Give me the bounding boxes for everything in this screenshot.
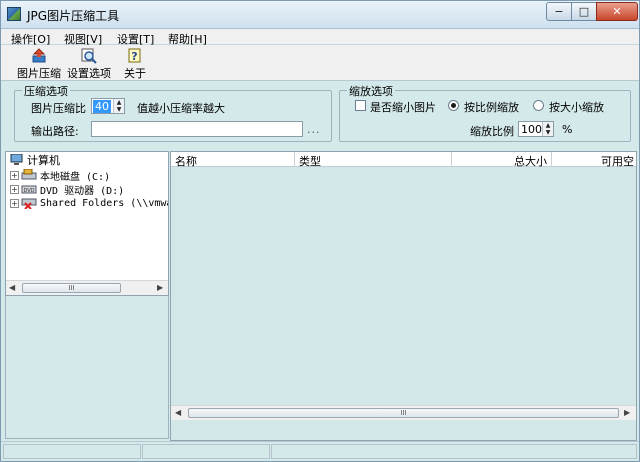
maximize-button[interactable]: □ xyxy=(571,2,597,21)
settings-button[interactable]: 设置选项 xyxy=(65,47,113,80)
toolbar: 图片压缩 设置选项 ? 关于 xyxy=(1,45,639,81)
minimize-button[interactable]: − xyxy=(546,2,572,21)
folder-tree[interactable]: 计算机 + 本地磁盘 (C:) + DVD DVD 驱动器 (D:) + Sha… xyxy=(5,151,169,296)
tree-item-label: DVD 驱动器 (D:) xyxy=(40,185,125,197)
scale-options-group: 缩放选项 是否缩小图片 按比例缩放 按大小缩放 缩放比例 100 ▲ ▼ % xyxy=(339,83,631,142)
spinner-arrows[interactable]: ▲ ▼ xyxy=(113,99,124,113)
maximize-icon: □ xyxy=(578,5,590,18)
app-icon xyxy=(7,7,21,21)
help-icon: ? xyxy=(128,48,141,63)
about-label: 关于 xyxy=(124,67,146,80)
file-list[interactable]: 名称 类型 总大小 可用空 ◀ III ▶ xyxy=(170,151,637,441)
tree-item-computer[interactable]: 计算机 xyxy=(8,153,60,167)
shrink-image-checkbox[interactable] xyxy=(355,100,366,111)
compress-ratio-label: 图片压缩比 xyxy=(31,102,86,115)
scroll-left-icon[interactable]: ◀ xyxy=(175,408,181,417)
magnifier-settings-icon xyxy=(81,48,97,64)
tree-horizontal-scrollbar[interactable]: ◀ III ▶ xyxy=(6,280,168,295)
scroll-right-icon[interactable]: ▶ xyxy=(157,283,163,292)
list-horizontal-scrollbar[interactable]: ◀ III ▶ xyxy=(171,405,636,420)
status-cell xyxy=(142,444,270,459)
column-free-space[interactable]: 可用空 xyxy=(552,152,636,168)
minimize-icon: − xyxy=(554,5,564,18)
column-name[interactable]: 名称 xyxy=(171,152,295,168)
compress-button[interactable]: 图片压缩 xyxy=(15,47,63,80)
by-size-radio[interactable] xyxy=(533,100,544,111)
spin-down-icon[interactable]: ▼ xyxy=(114,106,124,113)
tree-item-label: 本地磁盘 (C:) xyxy=(40,171,111,183)
compress-label: 图片压缩 xyxy=(17,67,61,80)
menu-bar: 操作[O] 视图[V] 设置[T] 帮助[H] xyxy=(1,29,639,46)
about-button[interactable]: ? 关于 xyxy=(119,47,151,80)
compress-options-title: 压缩选项 xyxy=(22,83,70,99)
tree-item-drive-d[interactable]: + DVD DVD 驱动器 (D:) xyxy=(10,182,125,197)
expand-icon[interactable]: + xyxy=(10,170,19,180)
computer-icon xyxy=(10,154,23,165)
title-bar[interactable]: JPG图片压缩工具 − □ ✕ xyxy=(1,1,639,29)
column-total-size[interactable]: 总大小 xyxy=(452,152,552,168)
window-title: JPG图片压缩工具 xyxy=(27,9,120,23)
tree-item-label: 计算机 xyxy=(27,154,60,167)
scale-options-title: 缩放选项 xyxy=(347,83,395,99)
status-bar xyxy=(1,441,639,461)
compress-ratio-spinner[interactable]: 40 ▲ ▼ xyxy=(91,98,125,114)
scroll-left-icon[interactable]: ◀ xyxy=(9,283,15,292)
scale-unit: % xyxy=(562,123,573,136)
proportional-label: 按比例缩放 xyxy=(464,101,519,114)
compress-icon xyxy=(32,48,46,63)
shrink-image-label: 是否缩小图片 xyxy=(370,101,436,114)
list-header: 名称 类型 总大小 可用空 xyxy=(171,152,636,168)
expand-icon[interactable]: + xyxy=(10,198,19,208)
preview-panel xyxy=(5,296,169,439)
app-window: JPG图片压缩工具 − □ ✕ 操作[O] 视图[V] 设置[T] 帮助[H] … xyxy=(0,0,640,462)
compress-ratio-value: 40 xyxy=(93,99,111,113)
browse-button[interactable]: ... xyxy=(307,123,321,136)
scroll-thumb[interactable]: III xyxy=(188,408,619,418)
dvd-drive-icon: DVD xyxy=(21,185,37,194)
svg-text:?: ? xyxy=(131,50,137,63)
output-path-input[interactable] xyxy=(91,121,303,137)
scroll-thumb[interactable]: III xyxy=(22,283,121,293)
column-type[interactable]: 类型 xyxy=(295,152,452,168)
scroll-right-icon[interactable]: ▶ xyxy=(624,408,630,417)
close-button[interactable]: ✕ xyxy=(596,2,638,21)
spin-down-icon[interactable]: ▼ xyxy=(543,129,553,136)
network-drive-icon xyxy=(21,198,37,209)
scale-ratio-spinner[interactable]: 100 ▲ ▼ xyxy=(518,121,554,137)
output-path-label: 输出路径: xyxy=(31,125,79,138)
status-cell xyxy=(271,444,637,459)
local-disk-icon xyxy=(21,169,37,180)
scale-ratio-label: 缩放比例 xyxy=(470,125,514,138)
compress-ratio-hint: 值越小压缩率越大 xyxy=(137,102,225,115)
expand-icon[interactable]: + xyxy=(10,184,19,194)
svg-text:DVD: DVD xyxy=(23,188,34,194)
by-size-label: 按大小缩放 xyxy=(549,101,604,114)
spin-up-icon[interactable]: ▲ xyxy=(114,99,124,106)
settings-label: 设置选项 xyxy=(67,67,111,80)
spinner-arrows[interactable]: ▲ ▼ xyxy=(542,122,553,136)
tree-item-drive-c[interactable]: + 本地磁盘 (C:) xyxy=(10,168,111,183)
scale-ratio-value: 100 xyxy=(521,122,542,136)
tree-item-label: Shared Folders (\\vmware xyxy=(40,197,168,209)
status-cell xyxy=(3,444,141,459)
proportional-radio[interactable] xyxy=(448,100,459,111)
compress-options-group: 压缩选项 图片压缩比 40 ▲ ▼ 值越小压缩率越大 输出路径: ... xyxy=(14,83,332,142)
tree-item-shared-folders[interactable]: + Shared Folders (\\vmware xyxy=(10,196,168,210)
spin-up-icon[interactable]: ▲ xyxy=(543,122,553,129)
close-icon: ✕ xyxy=(612,5,622,18)
